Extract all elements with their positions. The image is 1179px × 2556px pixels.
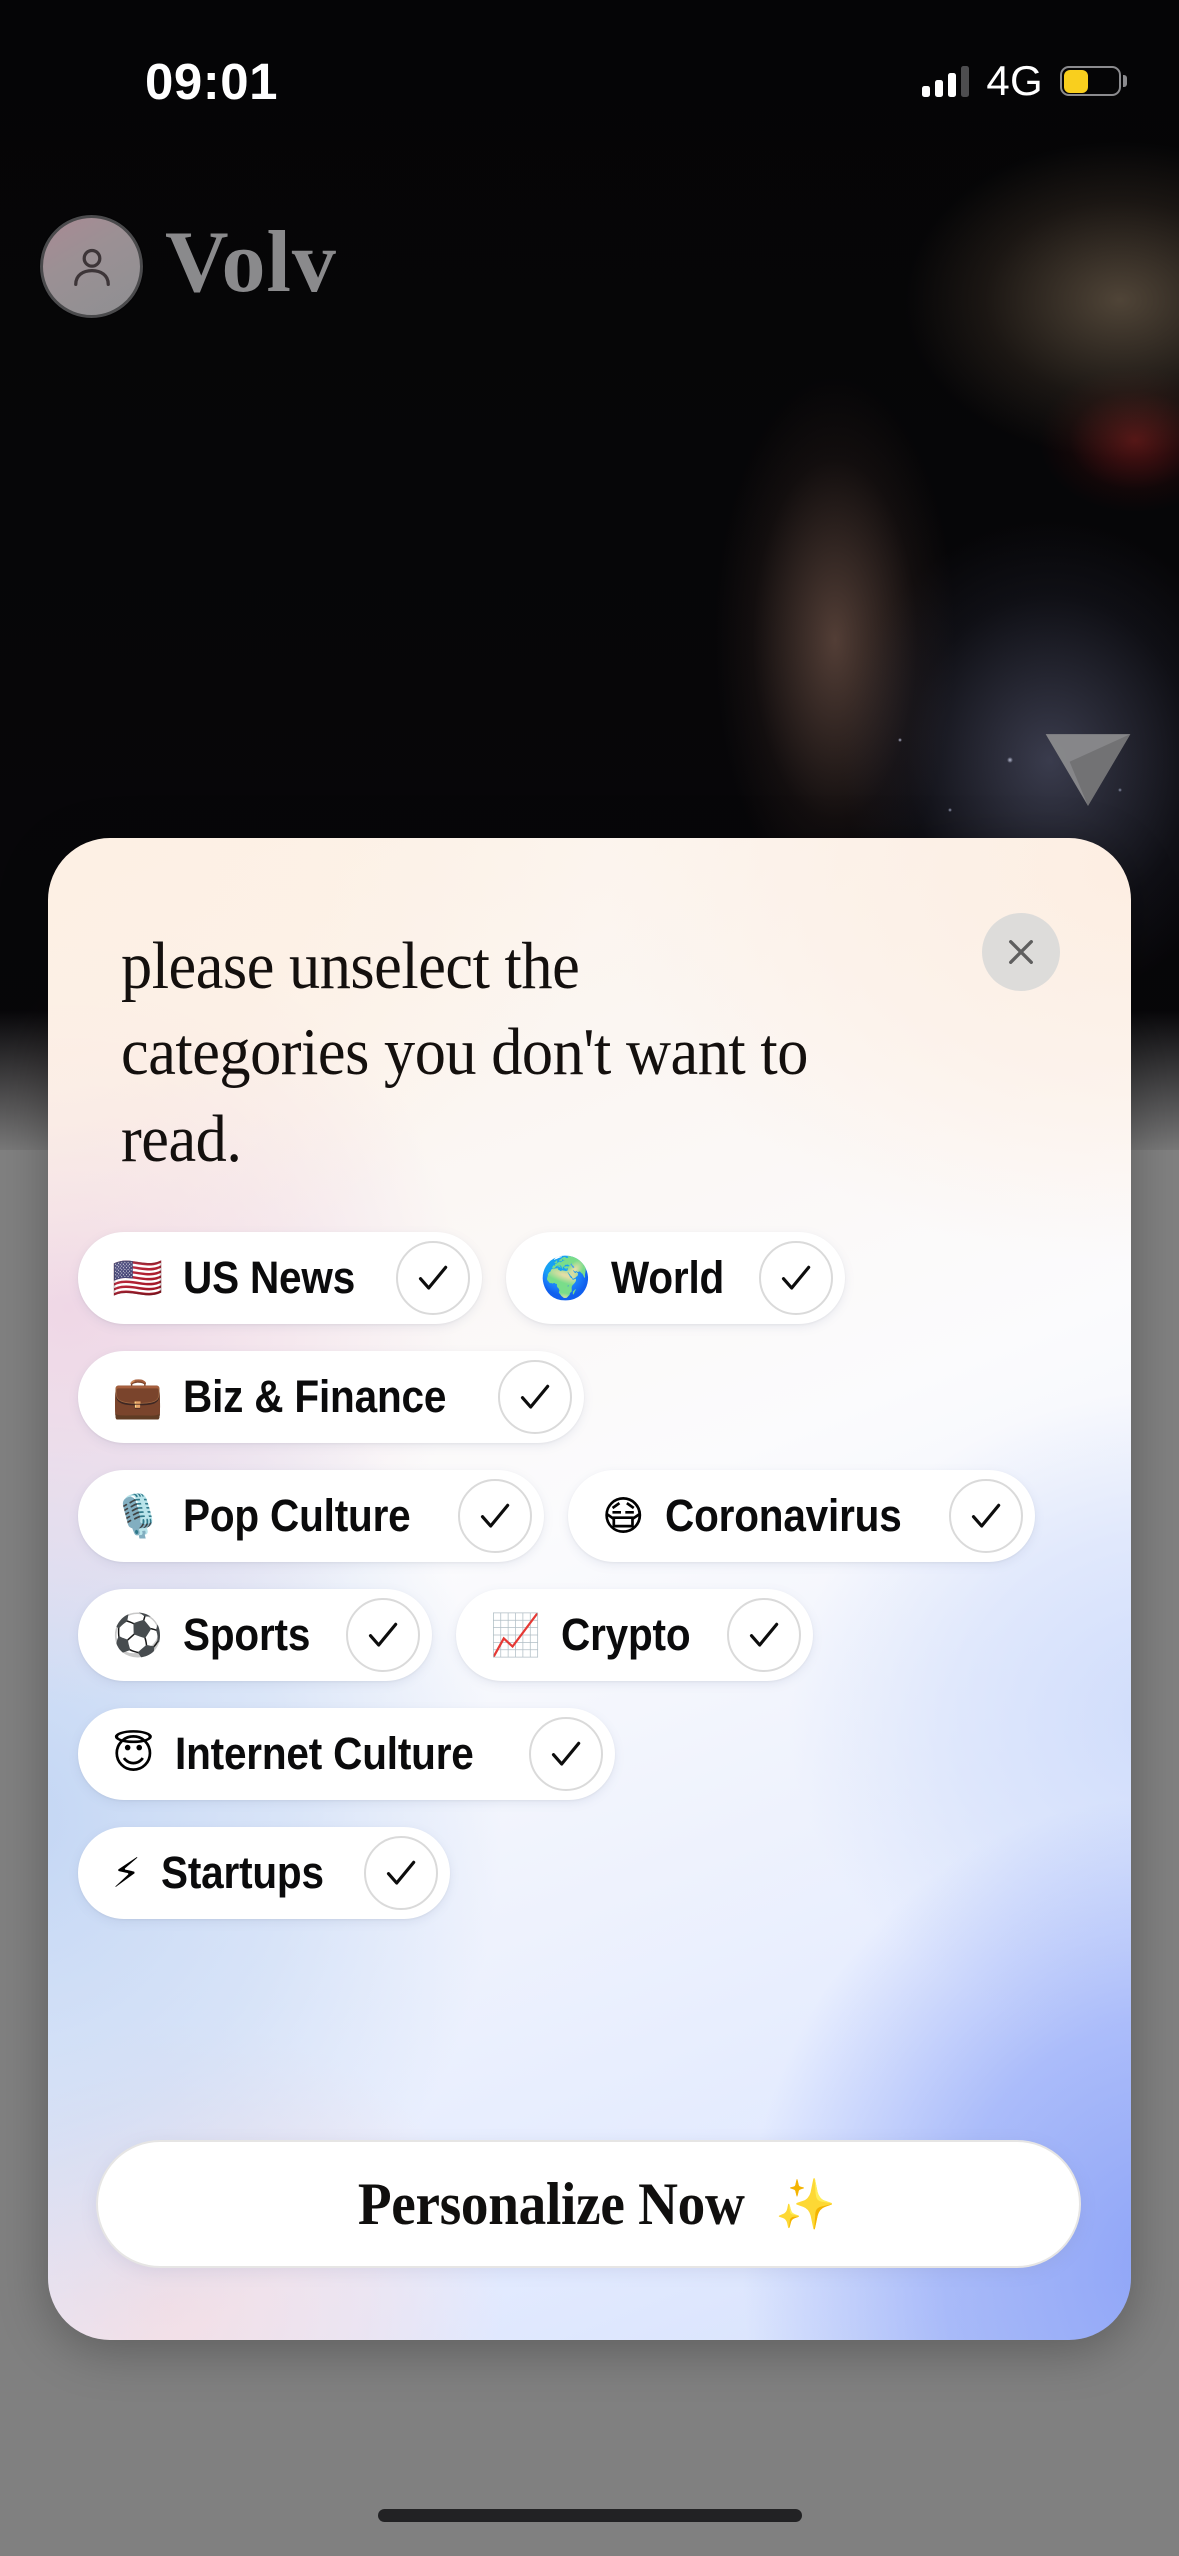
category-emoji-icon: ⚽ — [112, 1610, 164, 1659]
signal-bars-icon — [922, 65, 970, 97]
status-bar: 09:01 4G — [0, 0, 1179, 130]
personalize-now-label: Personalize Now — [357, 2170, 745, 2237]
category-row: 💼 Biz & Finance — [78, 1351, 1131, 1443]
category-checkbox[interactable] — [528, 1717, 603, 1791]
category-checkbox[interactable] — [758, 1241, 833, 1315]
battery-low-power-icon — [1060, 66, 1127, 96]
modal-scrim-right[interactable] — [1131, 830, 1179, 2556]
modal-header: please unselect the categories you don't… — [121, 923, 891, 1182]
category-chip[interactable]: ⚡ Startups — [78, 1827, 450, 1919]
category-chip[interactable]: 🎙️ Pop Culture — [78, 1470, 544, 1562]
categories-scroll-panel[interactable]: 🇺🇸 US News 🌍 World 💼 Biz & Finance 🎙️ Pop Cultu… — [48, 1158, 1131, 2048]
category-label: World — [611, 1252, 725, 1303]
category-chip[interactable]: 😇 Internet Culture — [78, 1708, 615, 1800]
personalize-now-button[interactable]: Personalize Now ✨ — [96, 2140, 1081, 2268]
category-emoji-icon: ⚡ — [112, 1848, 141, 1897]
category-checkbox[interactable] — [497, 1360, 572, 1434]
category-label: Crypto — [561, 1609, 691, 1660]
category-checkbox[interactable] — [396, 1241, 471, 1315]
category-chip[interactable]: 📈 Crypto — [456, 1589, 814, 1681]
page-title: please unselect the categories you don't… — [121, 929, 808, 1176]
sparkles-icon: ✨ — [775, 2175, 837, 2233]
category-emoji-icon: 📈 — [490, 1610, 542, 1659]
home-indicator[interactable] — [377, 2509, 802, 2522]
category-checkbox[interactable] — [363, 1836, 438, 1910]
category-checkbox[interactable] — [949, 1479, 1024, 1553]
status-time: 09:01 — [145, 53, 278, 110]
category-label: Sports — [183, 1609, 311, 1660]
category-row: 🎙️ Pop Culture 😷 Coronavirus — [78, 1470, 1131, 1562]
category-emoji-icon: 😇 — [112, 1729, 155, 1778]
personalize-modal: please unselect the categories you don't… — [48, 838, 1131, 2340]
category-chip[interactable]: 💼 Biz & Finance — [78, 1351, 584, 1443]
network-type-label: 4G — [986, 57, 1043, 104]
category-emoji-icon: 🎙️ — [112, 1491, 164, 1540]
category-chip[interactable]: 😷 Coronavirus — [567, 1470, 1036, 1562]
close-button[interactable] — [982, 913, 1060, 991]
category-chip[interactable]: 🇺🇸 US News — [78, 1232, 483, 1324]
category-row: ⚽ Sports 📈 Crypto — [78, 1589, 1131, 1681]
category-label: Coronavirus — [664, 1490, 902, 1541]
category-checkbox[interactable] — [346, 1598, 421, 1672]
category-label: US News — [183, 1252, 356, 1303]
category-emoji-icon: 🌍 — [540, 1253, 592, 1302]
category-label: Internet Culture — [174, 1728, 474, 1779]
category-label: Startups — [160, 1847, 324, 1898]
category-row: 😇 Internet Culture — [78, 1708, 1131, 1800]
category-chip[interactable]: ⚽ Sports — [78, 1589, 433, 1681]
category-checkbox[interactable] — [457, 1479, 532, 1553]
categories-list: 🇺🇸 US News 🌍 World 💼 Biz & Finance 🎙️ Pop Cultu… — [48, 1158, 1131, 1946]
category-label: Biz & Finance — [183, 1371, 447, 1422]
category-label: Pop Culture — [183, 1490, 411, 1541]
category-checkbox[interactable] — [727, 1598, 802, 1672]
category-row: ⚡ Startups — [78, 1827, 1131, 1919]
close-x-icon — [1009, 940, 1033, 964]
category-emoji-icon: 🇺🇸 — [112, 1253, 164, 1302]
category-emoji-icon: 💼 — [112, 1372, 164, 1421]
status-indicators: 4G — [922, 57, 1127, 105]
category-chip[interactable]: 🌍 World — [506, 1232, 845, 1324]
category-emoji-icon: 😷 — [601, 1491, 645, 1540]
category-row: 🇺🇸 US News 🌍 World — [78, 1232, 1131, 1324]
phone-screen: Volv 09:01 4G please unselect the catego… — [0, 0, 1179, 2556]
modal-scrim-left[interactable] — [0, 830, 48, 2556]
